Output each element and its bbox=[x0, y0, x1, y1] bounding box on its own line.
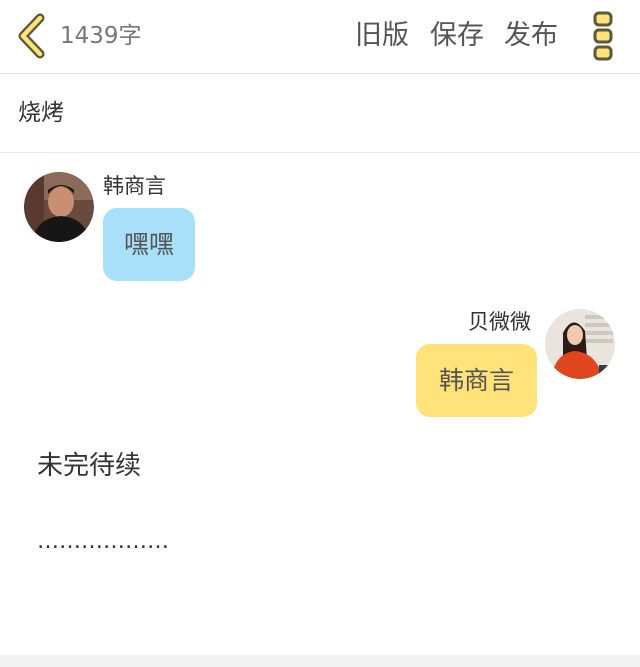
message-bubble-right[interactable]: 韩商言 bbox=[416, 344, 537, 417]
avatar-image bbox=[545, 309, 615, 379]
message-bubble-left[interactable]: 嘿嘿 bbox=[103, 208, 195, 281]
avatar-left[interactable] bbox=[24, 172, 94, 242]
back-button[interactable] bbox=[14, 12, 52, 60]
to-be-continued-text[interactable]: 未完待续 bbox=[37, 449, 141, 483]
chevron-left-icon bbox=[18, 13, 45, 59]
bottom-bar bbox=[0, 655, 640, 667]
avatar-right[interactable] bbox=[545, 309, 615, 379]
ellipsis-text[interactable]: ……………… bbox=[37, 530, 169, 554]
avatar-image bbox=[24, 172, 94, 242]
top-toolbar: 1439字 旧版 保存 发布 bbox=[0, 0, 640, 74]
save-button[interactable]: 保存 bbox=[430, 18, 484, 54]
chat-story-editor: 1439字 旧版 保存 发布 烧烤 韩商言 嘿嘿 贝微微 韩商言 未完待续 ……… bbox=[0, 0, 640, 667]
sender-name-right: 贝微微 bbox=[468, 310, 531, 334]
publish-button[interactable]: 发布 bbox=[504, 18, 558, 54]
word-count: 1439字 bbox=[60, 23, 142, 49]
old-version-button[interactable]: 旧版 bbox=[355, 18, 409, 54]
story-title-row[interactable]: 烧烤 bbox=[0, 74, 640, 153]
more-vertical-icon bbox=[593, 11, 613, 61]
story-title[interactable]: 烧烤 bbox=[18, 98, 64, 128]
more-menu-button[interactable] bbox=[592, 11, 616, 61]
sender-name-left: 韩商言 bbox=[103, 174, 166, 198]
